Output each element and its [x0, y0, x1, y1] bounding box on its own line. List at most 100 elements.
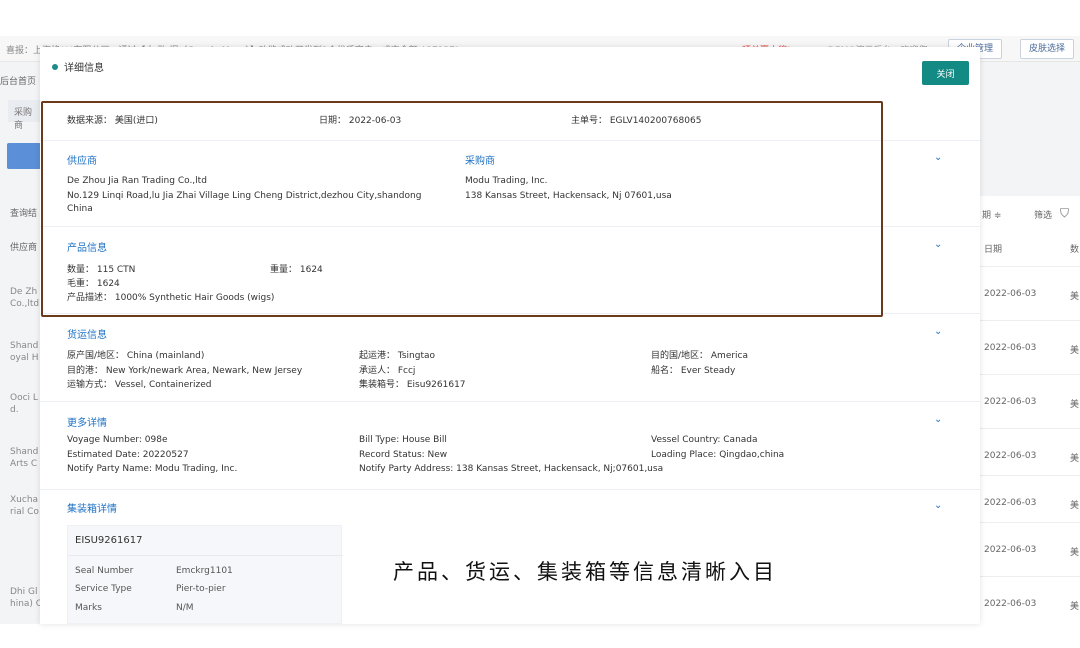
bill-type: Bill Type: House Bill	[359, 435, 447, 445]
container-card-header: EISU9261617	[68, 526, 343, 556]
destination-country: 目的国/地区： America	[651, 351, 749, 361]
date-column-header: 日期	[984, 245, 1003, 255]
modal-title: 详细信息	[52, 59, 104, 74]
origin-country: 原产国/地区： China (mainland)	[67, 351, 205, 361]
row-mark: 美	[1070, 346, 1080, 356]
notify-party-address: Notify Party Address: 138 Kansas Street,…	[359, 464, 664, 474]
loading-place: Loading Place: Qingdao,china	[651, 450, 785, 460]
notify-party-name: Notify Party Name: Modu Trading, Inc.	[67, 464, 238, 474]
right-table-partial: 期 ≑ 筛选 ⛉ 日期 数 2022-06-03 美 2022-06-03 美 20…	[980, 196, 1080, 624]
seal-number-label: Seal Number	[75, 566, 134, 576]
left-column-partial: De Zh Co.,ltd Shand oyal H Ooci L d. Sha…	[0, 240, 40, 624]
vessel-name: 船名： Ever Steady	[651, 366, 736, 376]
title-dot-icon	[52, 63, 58, 70]
record-status: Record Status: New	[359, 450, 448, 460]
date-sort-header[interactable]: 期 ≑	[982, 208, 1001, 221]
row-date: 2022-06-03	[984, 599, 1037, 609]
filter-icon[interactable]: ⛉	[1060, 206, 1069, 221]
seal-number-value: Emckrg1101	[176, 566, 233, 576]
parties-section: 供应商 ⌄ De Zhou Jia Ran Trading Co.,ltd No…	[40, 141, 980, 227]
list-item: hina) C	[10, 599, 40, 609]
product-section: 产品信息 ⌄ 数量： 115 CTN 重量： 1624 毛重： 1624 产品描…	[40, 227, 980, 314]
buyer-name: Modu Trading, Inc.	[465, 176, 548, 186]
supplier-address-line2: China	[67, 204, 93, 214]
count-column-header: 数	[1070, 245, 1080, 255]
shipping-section: 货运信息 ⌄ 原产国/地区： China (mainland) 目的港： New…	[40, 314, 980, 402]
row-date: 2022-06-03	[984, 289, 1037, 299]
container-card: EISU9261617 Seal Number Emckrg1101 Servi…	[67, 525, 343, 624]
row-mark: 美	[1070, 501, 1080, 511]
skin-select-button[interactable]: 皮肤选择	[1020, 39, 1075, 59]
row-date: 2022-06-03	[984, 343, 1037, 353]
table-row[interactable]: 2022-06-03 美	[980, 576, 1080, 624]
list-item: Dhi Gl	[10, 587, 38, 597]
master-bill-number: 主单号： EGLV140200768065	[571, 116, 702, 126]
background-blue-button[interactable]	[7, 143, 41, 169]
supplier-name: De Zhou Jia Ran Trading Co.,ltd	[67, 176, 207, 186]
tab-purchase[interactable]: 采购商	[8, 100, 42, 131]
list-item: oyal H	[10, 353, 39, 363]
chevron-down-icon[interactable]: ⌄	[934, 500, 942, 511]
nav-home[interactable]: 后台首页	[0, 74, 36, 87]
row-mark: 美	[1070, 292, 1080, 302]
list-item: Ooci L	[10, 393, 38, 403]
transport-mode: 运输方式： Vessel, Containerized	[67, 380, 212, 390]
row-date: 2022-06-03	[984, 451, 1037, 461]
row-date: 2022-06-03	[984, 498, 1037, 508]
list-item: d.	[10, 405, 19, 415]
table-row[interactable]: 2022-06-03 美	[980, 266, 1080, 320]
product-title: 产品信息	[67, 243, 107, 254]
list-item: De Zh	[10, 287, 38, 297]
product-description: 产品描述： 1000% Synthetic Hair Goods (wigs)	[67, 293, 275, 303]
data-source: 数据来源： 美国(进口)	[67, 116, 158, 126]
product-quantity: 数量： 115 CTN	[67, 265, 136, 275]
chevron-down-icon[interactable]: ⌄	[934, 152, 942, 163]
marks-value: N/M	[176, 603, 194, 613]
destination-port: 目的港： New York/newark Area, Newark, New J…	[67, 366, 303, 376]
row-date: 2022-06-03	[984, 545, 1037, 555]
service-type-value: Pier-to-pier	[176, 584, 226, 594]
buyer-address: 138 Kansas Street, Hackensack, Nj 07601,…	[465, 191, 672, 201]
chevron-down-icon[interactable]: ⌄	[934, 239, 942, 250]
chevron-down-icon[interactable]: ⌄	[934, 414, 942, 425]
row-mark: 美	[1070, 400, 1080, 410]
container-id: EISU9261617	[75, 535, 143, 546]
modal-title-text: 详细信息	[64, 63, 104, 74]
product-gross-weight: 毛重： 1624	[67, 279, 120, 289]
row-date: 2022-06-03	[984, 397, 1037, 407]
detail-modal: 详细信息 关闭 数据来源： 美国(进口) 日期： 2022-06-03 主单号：…	[40, 47, 980, 624]
shipping-title: 货运信息	[67, 330, 107, 341]
caption-text: 产品、货运、集装箱等信息清晰入目	[393, 560, 777, 584]
container-details-header: 集装箱详情 ⌄	[40, 490, 980, 520]
container-details-title: 集装箱详情	[67, 504, 117, 515]
table-row[interactable]: 2022-06-03 美	[980, 522, 1080, 576]
modal-header: 详细信息 关闭	[40, 47, 980, 85]
list-item: Shand	[10, 341, 39, 351]
record-date: 日期： 2022-06-03	[319, 116, 402, 126]
row-mark: 美	[1070, 454, 1080, 464]
summary-section: 数据来源： 美国(进口) 日期： 2022-06-03 主单号： EGLV140…	[40, 101, 980, 141]
list-item: Co.,ltd	[10, 299, 40, 309]
list-item: Arts C	[10, 459, 38, 469]
close-button[interactable]: 关闭	[922, 61, 969, 85]
marks-label: Marks	[75, 603, 102, 613]
row-mark: 美	[1070, 602, 1080, 612]
query-result-label: 查询结	[10, 209, 38, 219]
table-row[interactable]: 2022-06-03 美	[980, 320, 1080, 374]
product-weight: 重量： 1624	[270, 265, 323, 275]
estimated-date: Estimated Date: 20220527	[67, 450, 189, 460]
list-item: Xucha	[10, 495, 39, 505]
supplier-address-line1: No.129 Linqi Road,lu Jia Zhai Village Li…	[67, 191, 422, 201]
list-item: rial Co	[10, 507, 39, 517]
service-type-label: Service Type	[75, 584, 132, 594]
more-details-section: 更多详情 ⌄ Voyage Number: 098e Estimated Dat…	[40, 402, 980, 490]
chevron-down-icon[interactable]: ⌄	[934, 326, 942, 337]
table-row[interactable]: 2022-06-03 美	[980, 374, 1080, 428]
vessel-country: Vessel Country: Canada	[651, 435, 758, 445]
table-row[interactable]: 2022-06-03 美	[980, 475, 1080, 529]
carrier: 承运人： Fccj	[359, 366, 416, 376]
filter-label[interactable]: 筛选	[1034, 208, 1052, 221]
buyer-title: 采购商	[465, 156, 495, 167]
table-row[interactable]: 2022-06-03 美	[980, 428, 1080, 482]
more-details-title: 更多详情	[67, 418, 107, 429]
